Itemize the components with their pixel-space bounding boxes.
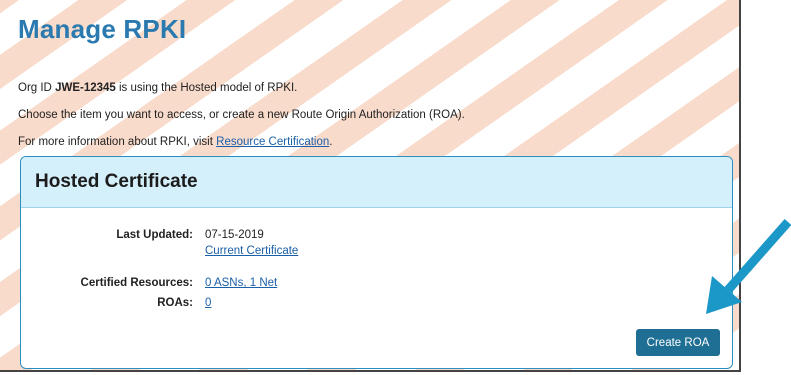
card-header: Hosted Certificate bbox=[21, 157, 732, 208]
current-certificate-link-wrap: Current Certificate bbox=[205, 245, 298, 257]
roas-link[interactable]: 0 bbox=[205, 297, 211, 309]
choose-instruction: Choose the item you want to access, or c… bbox=[18, 109, 465, 121]
org-info-line: Org ID JWE-12345 is using the Hosted mod… bbox=[18, 82, 297, 94]
org-id: JWE-12345 bbox=[55, 82, 116, 94]
create-roa-button[interactable]: Create ROA bbox=[636, 329, 720, 356]
current-certificate-link[interactable]: Current Certificate bbox=[205, 245, 298, 257]
certified-resources-link[interactable]: 0 ASNs, 1 Net bbox=[205, 277, 277, 289]
certified-resources-link-wrap: 0 ASNs, 1 Net bbox=[205, 277, 277, 289]
org-info-suffix: is using the Hosted model of RPKI. bbox=[115, 82, 298, 94]
org-info-prefix: Org ID bbox=[18, 82, 56, 94]
card-title: Hosted Certificate bbox=[35, 171, 198, 192]
arrow-pointing-down-left-icon bbox=[706, 219, 791, 314]
last-updated-label: Last Updated: bbox=[116, 229, 193, 241]
more-info-suffix: . bbox=[329, 136, 333, 148]
page-title: Manage RPKI bbox=[18, 14, 187, 44]
page-frame: Manage RPKI Org ID JWE-12345 is using th… bbox=[0, 0, 741, 372]
more-info-line: For more information about RPKI, visit R… bbox=[18, 136, 332, 148]
page-content: Manage RPKI Org ID JWE-12345 is using th… bbox=[18, 0, 739, 370]
more-info-prefix: For more information about RPKI, visit bbox=[18, 136, 217, 148]
certified-resources-label: Certified Resources: bbox=[80, 277, 193, 289]
hosted-certificate-card: Hosted Certificate Last Updated: 07-15-2… bbox=[20, 156, 733, 369]
last-updated-value: 07-15-2019 bbox=[205, 229, 264, 241]
roas-label: ROAs: bbox=[157, 297, 193, 309]
roas-link-wrap: 0 bbox=[205, 297, 211, 309]
resource-certification-link[interactable]: Resource Certification bbox=[216, 136, 329, 148]
arrow-shaft bbox=[724, 219, 791, 293]
